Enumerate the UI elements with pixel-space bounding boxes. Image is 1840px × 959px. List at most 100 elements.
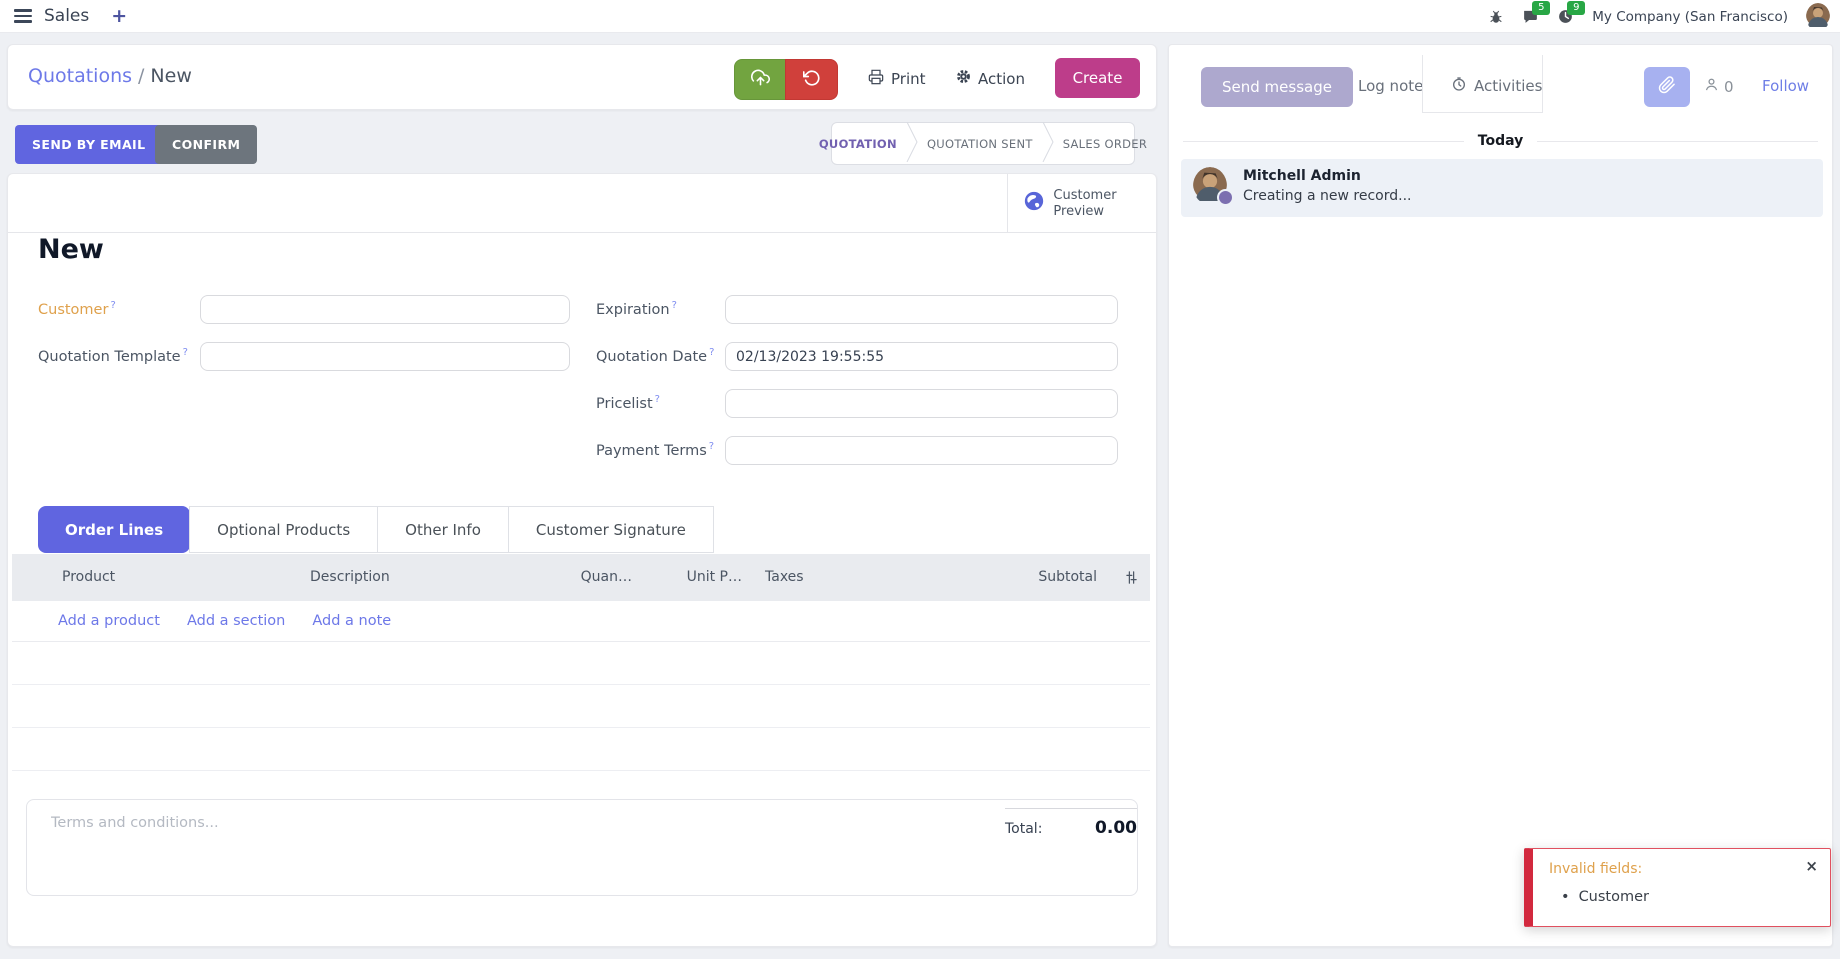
status-steps: QUOTATION QUOTATION SENT SALES ORDER <box>831 122 1135 165</box>
terms-and-conditions-input[interactable] <box>49 814 673 832</box>
help-icon[interactable]: ? <box>709 347 714 358</box>
close-icon[interactable]: × <box>1805 857 1818 875</box>
table-header: Product Description Quan… Unit P… Taxes … <box>12 554 1150 601</box>
column-product[interactable]: Product <box>62 569 115 585</box>
button-box: Customer Preview <box>8 174 1156 233</box>
help-icon[interactable]: ? <box>672 300 677 311</box>
expiration-field[interactable] <box>725 295 1118 324</box>
empty-table-row[interactable] <box>12 642 1150 685</box>
breadcrumb-separator: / <box>138 65 144 87</box>
messages-icon[interactable]: 5 <box>1522 8 1539 25</box>
person-icon <box>1703 76 1720 97</box>
quotation-template-field[interactable] <box>200 342 570 371</box>
payment-terms-field[interactable] <box>725 436 1118 465</box>
breadcrumb: Quotations / New <box>28 65 192 87</box>
debug-bug-icon[interactable] <box>1488 9 1504 25</box>
followers-count: 0 <box>1724 78 1734 96</box>
create-label: Create <box>1073 69 1123 87</box>
divider <box>1542 55 1543 112</box>
smart-button-label: Customer Preview <box>1053 188 1116 219</box>
empty-table-row[interactable] <box>12 685 1150 728</box>
add-row-links: Add a product Add a section Add a note <box>12 601 1150 642</box>
terms-and-total-section: Total: 0.00 <box>26 799 1138 896</box>
save-record-button[interactable] <box>734 59 787 100</box>
follow-button[interactable]: Follow <box>1762 77 1809 95</box>
add-a-note-link[interactable]: Add a note <box>312 613 391 629</box>
send-message-button[interactable]: Send message <box>1201 67 1353 107</box>
column-quantity[interactable]: Quan… <box>502 569 632 585</box>
hamburger-menu-icon[interactable] <box>14 6 32 26</box>
tab-optional-products[interactable]: Optional Products <box>189 506 378 553</box>
message-text: Creating a new record... <box>1243 188 1412 204</box>
step-quotation[interactable]: QUOTATION <box>810 137 906 151</box>
pricelist-field[interactable] <box>725 389 1118 418</box>
log-note-button[interactable]: Log note <box>1358 77 1423 95</box>
create-button[interactable]: Create <box>1055 58 1140 98</box>
date-divider-label: Today <box>1478 133 1523 149</box>
action-label: Action <box>978 70 1025 88</box>
empty-table-row[interactable] <box>12 728 1150 771</box>
help-icon[interactable]: ? <box>709 441 714 452</box>
pricelist-label: Pricelist? <box>596 394 660 412</box>
messages-count-badge: 5 <box>1532 1 1550 15</box>
quotation-template-label: Quotation Template? <box>38 347 188 365</box>
app-menu-sales[interactable]: Sales <box>44 6 89 26</box>
printer-icon <box>868 69 884 89</box>
form-sheet: Customer Preview New Customer? Quotation… <box>7 173 1157 947</box>
add-a-section-link[interactable]: Add a section <box>187 613 285 629</box>
column-taxes[interactable]: Taxes <box>765 569 804 585</box>
step-quotation-sent[interactable]: QUOTATION SENT <box>918 137 1042 151</box>
help-icon[interactable]: ? <box>110 300 115 311</box>
control-panel: Quotations / New Print <box>7 44 1157 110</box>
breadcrumb-current: New <box>150 65 191 87</box>
clock-icon <box>1451 76 1467 96</box>
cloud-upload-icon <box>751 68 770 91</box>
confirm-button[interactable]: CONFIRM <box>155 125 257 164</box>
quotation-date-field[interactable] <box>725 342 1118 371</box>
discard-changes-button[interactable] <box>785 59 838 100</box>
record-title: New <box>38 234 104 265</box>
optional-columns-icon[interactable] <box>1123 569 1140 590</box>
print-button[interactable]: Print <box>868 59 926 98</box>
globe-icon <box>1023 190 1045 217</box>
user-avatar[interactable] <box>1806 3 1830 31</box>
tab-customer-signature[interactable]: Customer Signature <box>508 506 714 553</box>
column-unit-price[interactable]: Unit P… <box>652 569 742 585</box>
message-status-dot <box>1217 189 1234 206</box>
payment-terms-label: Payment Terms? <box>596 441 714 459</box>
invalid-fields-toast: Invalid fields: × Customer <box>1524 848 1831 927</box>
company-switcher[interactable]: My Company (San Francisco) <box>1592 9 1788 25</box>
breadcrumb-quotations-link[interactable]: Quotations <box>28 65 132 87</box>
undo-icon <box>803 69 821 91</box>
help-icon[interactable]: ? <box>183 347 188 358</box>
chatter-panel: Send message Log note Activities 0 <box>1168 44 1833 947</box>
customer-field[interactable] <box>200 295 570 324</box>
step-sales-order[interactable]: SALES ORDER <box>1054 137 1156 151</box>
toast-title: Invalid fields: <box>1549 861 1642 877</box>
chatter-message[interactable]: Mitchell Admin Creating a new record... <box>1181 159 1823 217</box>
toast-invalid-field: Customer <box>1561 889 1649 905</box>
total-label: Total: <box>1005 821 1042 837</box>
gear-icon <box>956 69 971 88</box>
send-by-email-button[interactable]: SEND BY EMAIL <box>15 125 162 164</box>
total-value: 0.00 <box>1095 818 1137 838</box>
column-description[interactable]: Description <box>310 569 390 585</box>
new-tab-button[interactable]: + <box>111 7 127 26</box>
top-navbar: Sales + 5 9 My Company (San Francisco) <box>0 0 1840 33</box>
odoo-sales-app: Sales + 5 9 My Company (San Francisco) <box>0 0 1840 959</box>
customer-preview-button[interactable]: Customer Preview <box>1007 174 1132 233</box>
action-menu-button[interactable]: Action <box>956 59 1025 98</box>
activities-count-badge: 9 <box>1567 1 1585 15</box>
activities-button[interactable]: Activities <box>1451 76 1542 96</box>
add-a-product-link[interactable]: Add a product <box>58 613 160 629</box>
tab-order-lines[interactable]: Order Lines <box>38 506 190 553</box>
tab-other-info[interactable]: Other Info <box>377 506 509 553</box>
followers-button[interactable]: 0 <box>1703 76 1734 97</box>
divider <box>1422 55 1423 112</box>
help-icon[interactable]: ? <box>655 394 660 405</box>
total-block: Total: 0.00 <box>1005 808 1137 838</box>
column-subtotal[interactable]: Subtotal <box>942 569 1097 585</box>
attach-files-button[interactable] <box>1644 67 1690 107</box>
activities-label: Activities <box>1474 77 1542 95</box>
activities-clock-icon[interactable]: 9 <box>1557 8 1574 25</box>
